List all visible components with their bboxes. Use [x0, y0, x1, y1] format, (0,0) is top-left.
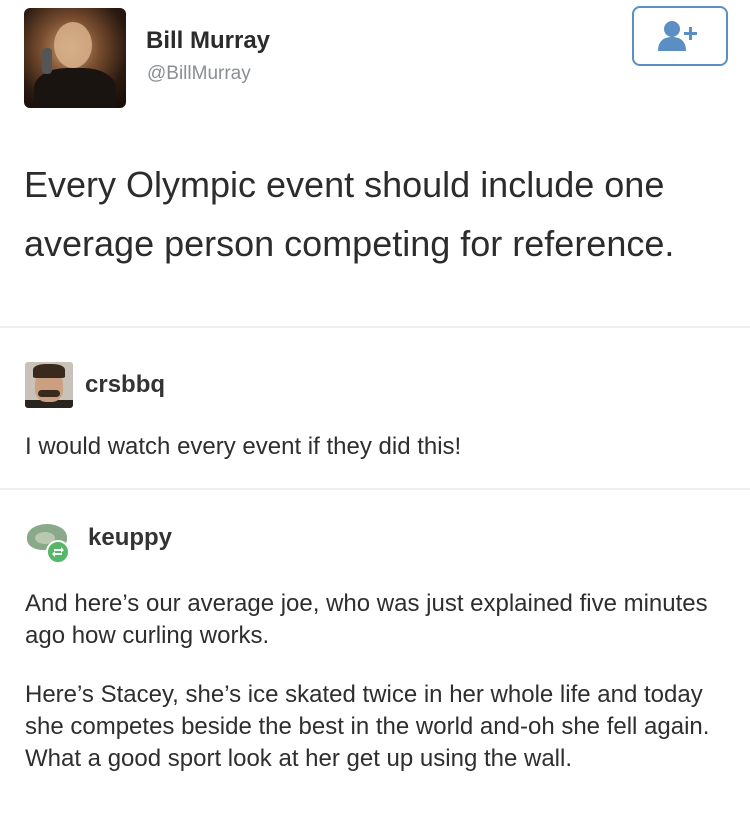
- avatar-suit: [34, 68, 116, 108]
- tweet-user-name[interactable]: Bill Murray: [146, 27, 270, 55]
- reblog-text: And here’s our average joe, who was just…: [25, 590, 708, 649]
- avatar[interactable]: [25, 362, 73, 408]
- divider: [0, 326, 750, 328]
- reblog-username[interactable]: crsbbq: [85, 371, 165, 399]
- reblog-username[interactable]: keuppy: [88, 524, 172, 552]
- microphone-icon: [42, 48, 52, 74]
- follow-button[interactable]: [632, 6, 728, 66]
- avatar-face: [54, 22, 92, 68]
- reblog-text: I would watch every event if they did th…: [25, 433, 462, 460]
- divider: [0, 488, 750, 490]
- avatar-mustache: [38, 390, 60, 397]
- avatar[interactable]: [24, 8, 126, 108]
- tweet-text: Every Olympic event should include one a…: [24, 164, 675, 264]
- add-user-icon: [656, 19, 704, 53]
- reblog-icon: [46, 540, 70, 564]
- reblog-text: Here’s Stacey, she’s ice skated twice in…: [25, 681, 710, 772]
- tweet-user-handle[interactable]: @BillMurray: [147, 63, 251, 85]
- avatar-hair: [33, 364, 65, 378]
